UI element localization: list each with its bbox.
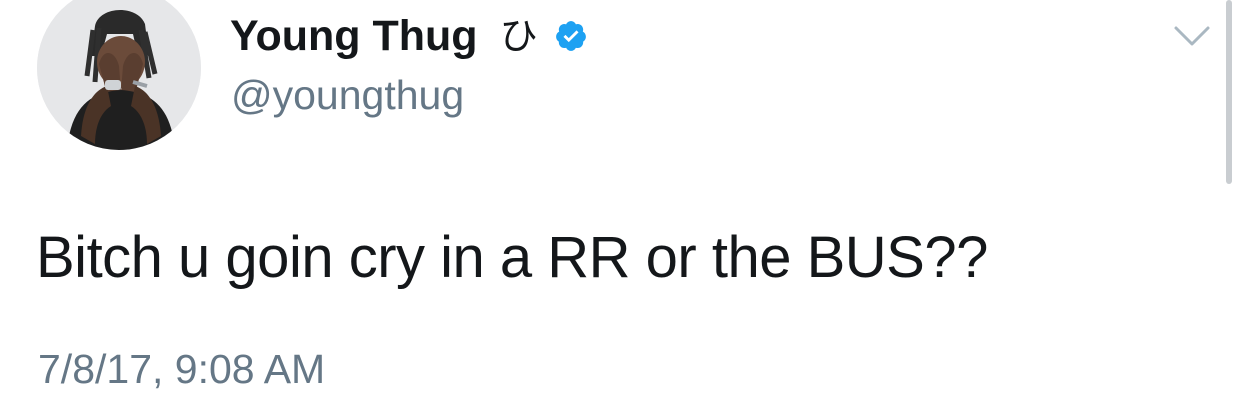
chevron-down-icon[interactable] — [1172, 22, 1212, 50]
author-display-name[interactable]: Young Thug ひ — [230, 10, 588, 62]
scrollbar[interactable] — [1226, 0, 1232, 184]
display-name-text: Young Thug — [230, 12, 478, 60]
verified-badge-icon — [555, 21, 586, 51]
author-avatar[interactable] — [37, 0, 201, 150]
tweet-card: Young Thug ひ @youngthug Bitch u goin cry… — [0, 0, 1241, 413]
avatar-image — [37, 0, 201, 150]
author-handle[interactable]: @youngthug — [231, 70, 464, 120]
tweet-text: Bitch u goin cry in a RR or the BUS?? — [36, 225, 988, 290]
name-emoji: ひ — [499, 14, 538, 58]
tweet-timestamp[interactable]: 7/8/17, 9:08 AM — [38, 343, 325, 395]
